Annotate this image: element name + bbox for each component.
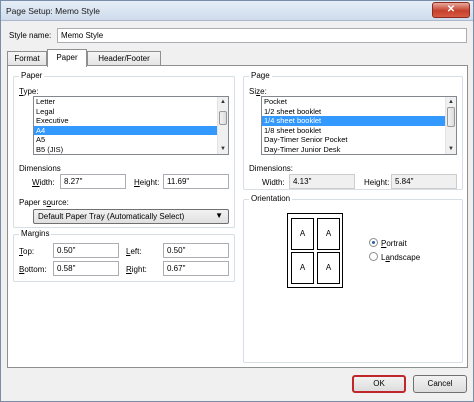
margin-top-label: Top: [19, 247, 35, 256]
list-item[interactable]: 1/2 sheet booklet [262, 107, 456, 117]
preview-page-cell: A [291, 218, 314, 250]
paper-width-label: Width: [32, 178, 55, 187]
page-height-label: Height: [364, 178, 390, 187]
paper-source-dropdown[interactable]: Default Paper Tray (Automatically Select… [33, 209, 229, 224]
list-item[interactable]: Executive [34, 116, 228, 126]
ok-button[interactable]: OK [352, 375, 406, 393]
paper-height-label: Height: [134, 178, 160, 187]
landscape-radio[interactable]: Landscape [369, 252, 421, 263]
list-item[interactable]: B5 (JIS) [34, 145, 228, 155]
chevron-up-icon[interactable]: ▲ [446, 97, 456, 107]
preview-page-cell: A [317, 218, 340, 250]
tab-header-footer[interactable]: Header/Footer [87, 51, 161, 66]
list-item-selected[interactable]: 1/4 sheet booklet [262, 116, 456, 126]
list-item[interactable]: Day-Timer Junior Desk [262, 145, 456, 155]
margin-right-label: Right: [126, 265, 147, 274]
chevron-down-icon: ▼ [215, 211, 223, 220]
margin-right-field[interactable]: 0.67" [163, 261, 229, 276]
cancel-button[interactable]: Cancel [413, 375, 467, 393]
list-item[interactable]: Letter [34, 97, 228, 107]
close-button[interactable]: ✕ [432, 2, 470, 18]
page-height-field: 5.84" [391, 174, 457, 189]
paper-source-label: Paper source: [19, 198, 69, 207]
paper-source-value: Default Paper Tray (Automatically Select… [38, 212, 185, 221]
portrait-label: Portrait [381, 239, 407, 248]
paper-type-list[interactable]: Letter Legal Executive A4 A5 B5 (JIS) ▲ … [33, 96, 229, 155]
page-dimensions-label: Dimensions: [249, 164, 294, 173]
paper-type-label: Type: [19, 87, 39, 96]
page-group-title: Page [249, 71, 272, 80]
list-item-selected[interactable]: A4 [34, 125, 228, 135]
margin-bottom-label: Bottom: [19, 265, 47, 274]
paper-group-title: Paper [19, 71, 45, 80]
list-item[interactable]: A5 [34, 135, 228, 145]
scrollbar-thumb[interactable] [447, 107, 455, 127]
preview-page-cell: A [291, 252, 314, 284]
margin-left-field[interactable]: 0.50" [163, 243, 229, 258]
preview-page-cell: A [317, 252, 340, 284]
chevron-down-icon[interactable]: ▼ [218, 144, 228, 154]
margin-top-field[interactable]: 0.50" [53, 243, 119, 258]
page-size-label: Size: [249, 87, 267, 96]
orientation-group-title: Orientation [249, 194, 293, 203]
scrollbar-thumb[interactable] [219, 111, 227, 125]
tab-paper[interactable]: Paper [47, 49, 87, 67]
radio-selected-indicator [369, 238, 378, 248]
orientation-group: Orientation [243, 194, 463, 363]
paper-type-scrollbar[interactable]: ▲ ▼ [217, 97, 228, 154]
radio-indicator [369, 252, 378, 262]
page-width-label: Width: [262, 178, 285, 187]
margin-left-label: Left: [126, 247, 142, 256]
chevron-down-icon[interactable]: ▼ [446, 144, 456, 154]
chevron-up-icon[interactable]: ▲ [218, 97, 228, 107]
style-name-label: Style name: [9, 31, 52, 40]
paper-dimensions-label: Dimensions [19, 164, 61, 173]
margin-bottom-field[interactable]: 0.58" [53, 261, 119, 276]
list-item[interactable]: Day-Timer Senior Pocket [262, 135, 456, 145]
list-item[interactable]: Legal [34, 107, 228, 117]
page-setup-dialog: Page Setup: Memo Style ✕ Style name: Mem… [0, 0, 474, 402]
paper-width-field[interactable]: 8.27" [60, 174, 126, 189]
style-name-field[interactable]: Memo Style [57, 28, 467, 43]
tab-format[interactable]: Format [7, 51, 47, 66]
window-title: Page Setup: Memo Style [6, 6, 101, 16]
page-size-list[interactable]: Pocket 1/2 sheet booklet 1/4 sheet bookl… [261, 96, 457, 155]
margins-group-title: Margins [19, 229, 52, 238]
title-bar[interactable]: Page Setup: Memo Style ✕ [1, 1, 473, 21]
orientation-preview: A A A A [287, 213, 343, 288]
page-width-field: 4.13" [289, 174, 355, 189]
list-item[interactable]: 1/8 sheet booklet [262, 126, 456, 136]
landscape-label: Landscape [381, 253, 421, 262]
portrait-radio[interactable]: Portrait [369, 238, 407, 249]
close-icon: ✕ [446, 4, 456, 15]
paper-height-field[interactable]: 11.69" [163, 174, 229, 189]
paper-tab-panel: Paper Type: Letter Legal Executive A4 A5… [7, 65, 468, 368]
list-item[interactable]: Pocket [262, 97, 456, 107]
page-size-scrollbar[interactable]: ▲ ▼ [445, 97, 456, 154]
